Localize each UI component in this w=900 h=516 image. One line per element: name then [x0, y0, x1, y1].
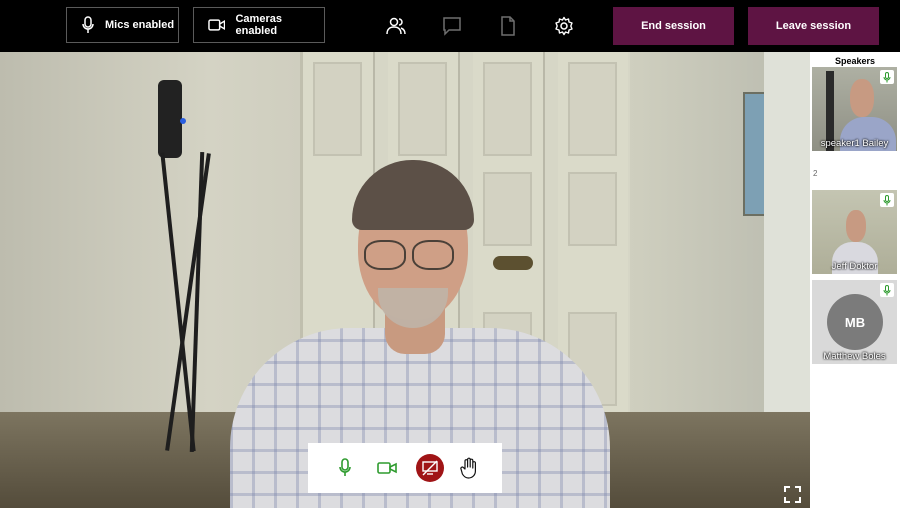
main-video-feed	[0, 52, 810, 508]
mic-icon	[339, 458, 351, 476]
speaker-mic-indicator	[880, 70, 894, 84]
document-icon[interactable]	[498, 16, 518, 36]
speaker-mic-indicator	[880, 283, 894, 297]
speaker-name: Jeff Doktor	[831, 261, 878, 272]
camera-icon	[208, 19, 226, 31]
fullscreen-icon[interactable]	[784, 486, 801, 503]
speaker-mic-indicator	[880, 193, 894, 207]
call-controls	[308, 443, 502, 493]
speaker-name: Matthew Boles	[823, 351, 886, 362]
mic-icon	[883, 71, 891, 82]
participants-icon[interactable]	[386, 16, 406, 36]
speaker-tile[interactable]: speaker1 Bailey	[812, 67, 897, 151]
chat-icon[interactable]	[442, 16, 462, 36]
mics-enabled-button[interactable]: Mics enabled	[66, 7, 179, 43]
speaker-tile[interactable]: MB Matthew Boles	[812, 280, 897, 364]
camera-icon	[377, 462, 397, 474]
screen-share-off-icon	[422, 460, 438, 476]
speaker-group-label: 2	[813, 169, 818, 178]
top-toolbar: Mics enabled Cameras enabled End session…	[0, 0, 900, 52]
microphone-icon	[82, 16, 94, 33]
cameras-enabled-label: Cameras enabled	[235, 13, 282, 37]
mics-enabled-label: Mics enabled	[105, 19, 175, 31]
mic-icon	[883, 194, 891, 205]
settings-icon[interactable]	[554, 16, 574, 36]
speaker-name: speaker1 Bailey	[820, 138, 889, 149]
studio-microphone	[158, 80, 182, 158]
raise-hand-button[interactable]	[456, 455, 482, 481]
avatar: MB	[827, 294, 883, 350]
screen-share-button[interactable]	[416, 454, 444, 482]
camera-toggle-button[interactable]	[374, 455, 400, 481]
end-session-button[interactable]: End session	[613, 7, 734, 45]
cameras-enabled-button[interactable]: Cameras enabled	[193, 7, 325, 43]
speakers-panel: Speakers speaker1 Bailey 2 Jeff Doktor M…	[810, 52, 900, 508]
raise-hand-icon	[460, 457, 476, 479]
leave-session-button[interactable]: Leave session	[748, 7, 879, 45]
speaker-tile[interactable]: Jeff Doktor	[812, 190, 897, 274]
mic-icon	[883, 284, 891, 295]
speakers-title: Speakers	[834, 56, 876, 66]
mic-toggle-button[interactable]	[332, 455, 358, 481]
